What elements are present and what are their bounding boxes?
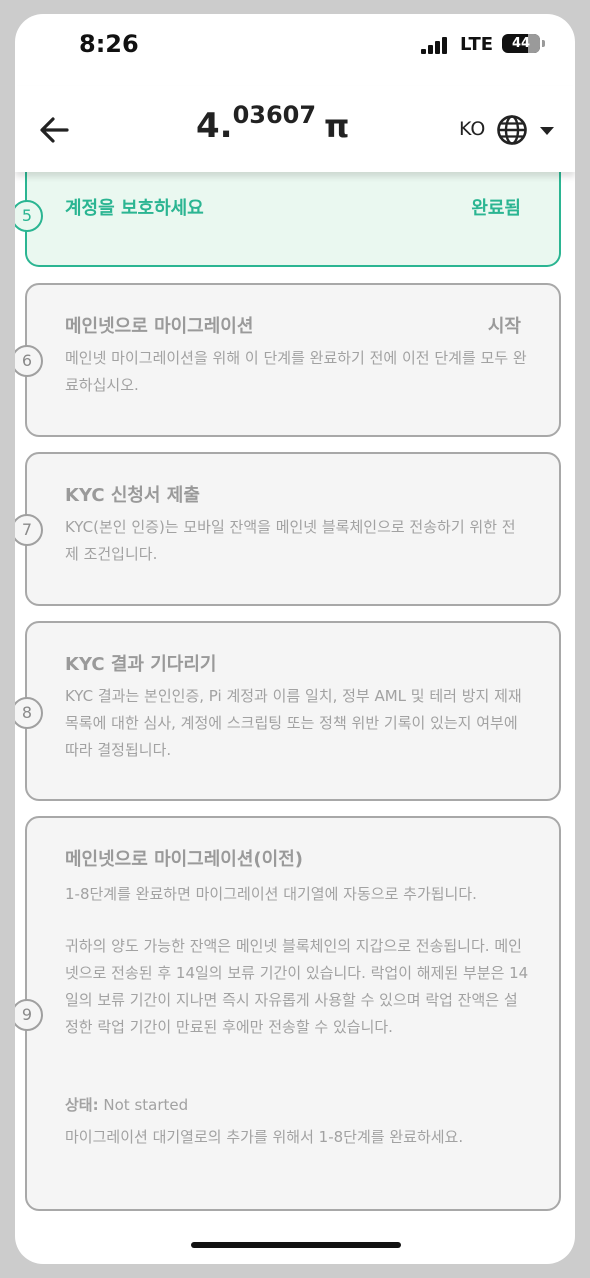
network-type: LTE (460, 34, 494, 55)
step-8-card[interactable]: 8 KYC 결과 기다리기 KYC 결과는 본인인증, Pi 계정과 이름 일치… (15, 621, 561, 801)
step-number: 9 (15, 999, 43, 1031)
step-description: 메인넷 마이그레이션을 위해 이 단계를 완료하기 전에 이전 단계를 모두 완… (65, 349, 527, 394)
back-arrow-icon[interactable] (37, 113, 71, 147)
balance-integer: 4. (196, 106, 233, 146)
status-label: 상태: (65, 1096, 99, 1114)
step-number: 5 (15, 200, 43, 232)
step-title: 메인넷으로 마이그레이션(이전) (65, 849, 303, 870)
balance-decimal: 03607 (232, 101, 317, 129)
chevron-down-icon[interactable] (539, 126, 555, 136)
step-description-2: 귀하의 양도 가능한 잔액은 메인넷 블록체인의 지갑으로 전송됩니다. 메인넷… (65, 937, 529, 1036)
step-number: 7 (15, 514, 43, 546)
step-9-card[interactable]: 9 메인넷으로 마이그레이션(이전) 1-8단계를 완료하면 마이그레이션 대기… (15, 816, 561, 1211)
step-title: KYC 결과 기다리기 (65, 654, 217, 675)
step-status-line: 상태: Not started (65, 1092, 529, 1119)
step-7-card[interactable]: 7 KYC 신청서 제출 KYC(본인 인증)는 모바일 잔액을 메인넷 블록체… (15, 452, 561, 606)
status-value: Not started (103, 1096, 189, 1114)
home-indicator (191, 1242, 401, 1248)
step-5-card[interactable]: 5 계정을 보호하세요 완료됨 (15, 172, 561, 267)
step-title: KYC 신청서 제출 (65, 485, 200, 506)
pi-symbol: π (324, 107, 350, 145)
step-6-card[interactable]: 6 메인넷으로 마이그레이션 시작 메인넷 마이그레이션을 위해 이 단계를 완… (15, 283, 561, 437)
step-description: KYC(본인 인증)는 모바일 잔액을 메인넷 블록체인으로 전송하기 위한 전… (65, 518, 516, 563)
step-note: 마이그레이션 대기열로의 추가를 위해서 1-8단계를 완료하세요. (65, 1128, 464, 1146)
phone-screen: 8:26 LTE 44 4.03607 π KO 5 계정을 보호하세요 완료됨… (15, 14, 575, 1264)
battery-icon: 44 (502, 34, 540, 53)
signal-icon (421, 37, 449, 54)
language-code[interactable]: KO (459, 118, 485, 140)
pi-balance: 4.03607 π (196, 101, 350, 146)
battery-tip (542, 40, 545, 47)
globe-icon[interactable] (496, 114, 528, 146)
step-description-1: 1-8단계를 완료하면 마이그레이션 대기열에 자동으로 추가됩니다. (65, 885, 477, 903)
step-title: 메인넷으로 마이그레이션 (65, 316, 254, 337)
step-status: 완료됨 (471, 198, 521, 219)
step-description: KYC 결과는 본인인증, Pi 계정과 이름 일치, 정부 AML 및 테러 … (65, 687, 522, 759)
step-number: 6 (15, 345, 43, 377)
step-number: 8 (15, 697, 43, 729)
step-title: 계정을 보호하세요 (65, 198, 204, 219)
battery-level: 44 (511, 36, 531, 51)
step-status: 시작 (487, 316, 521, 337)
status-time: 8:26 (79, 30, 139, 58)
top-header: 4.03607 π KO (15, 86, 575, 172)
